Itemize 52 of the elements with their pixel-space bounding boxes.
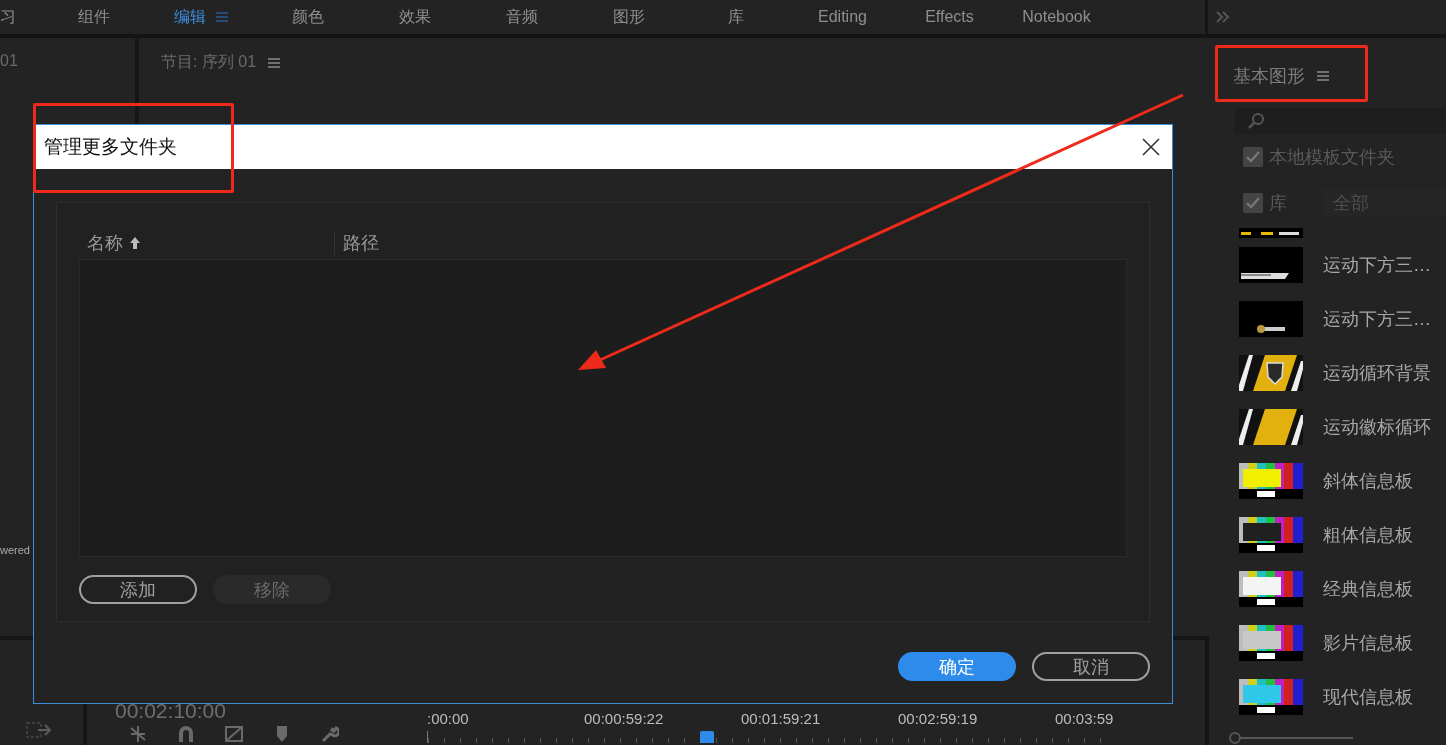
- checkbox[interactable]: [1243, 193, 1263, 213]
- add-button[interactable]: 添加: [79, 575, 197, 604]
- panel-title: 节目: 序列 01: [161, 52, 257, 72]
- workspace-tab[interactable]: 习: [0, 6, 40, 28]
- dialog-title: 管理更多文件夹: [44, 135, 177, 159]
- workspace-tab[interactable]: Editing: [789, 8, 896, 26]
- ruler-label: 00:00:59:22: [584, 710, 665, 727]
- workspace-tab[interactable]: 颜色: [254, 6, 361, 28]
- track-select-icon[interactable]: [26, 721, 54, 739]
- ruler-label: 00:01:59:21: [741, 710, 822, 727]
- search-icon: [1247, 112, 1265, 130]
- menu-icon[interactable]: [268, 57, 281, 68]
- menu-icon[interactable]: [1317, 71, 1329, 81]
- workspace-tab[interactable]: 库: [682, 6, 789, 28]
- timecode: 00:02:10:00: [115, 700, 227, 722]
- playhead[interactable]: [699, 731, 714, 743]
- template-name[interactable]: 影片信息板: [1323, 631, 1413, 655]
- template-name[interactable]: 斜体信息板: [1323, 469, 1413, 493]
- template-name[interactable]: 现代信息板: [1323, 685, 1413, 709]
- ruler-label: 00:03:59: [1055, 710, 1115, 727]
- link-icon[interactable]: [225, 726, 243, 742]
- ruler-label: 00:02:59:19: [898, 710, 979, 727]
- checkbox[interactable]: [1243, 147, 1263, 167]
- template-name[interactable]: 运动循环背景: [1323, 361, 1431, 385]
- panel-title: 01: [0, 52, 18, 70]
- workspace-tab[interactable]: 效果: [361, 6, 468, 28]
- ruler-label: :00:00: [427, 710, 470, 727]
- sort-arrow-icon: [129, 236, 141, 250]
- cancel-button[interactable]: 取消: [1032, 652, 1150, 681]
- ok-button[interactable]: 确定: [898, 652, 1016, 681]
- chevron-icon[interactable]: [1216, 11, 1230, 23]
- workspace-tab[interactable]: 编辑: [147, 6, 254, 28]
- template-name[interactable]: 运动下方三…: [1323, 307, 1431, 331]
- workspace-tab[interactable]: 图形: [575, 6, 682, 28]
- column-header[interactable]: 路径: [343, 231, 379, 255]
- magnet-icon[interactable]: [177, 726, 195, 742]
- column-header[interactable]: 名称: [87, 231, 141, 255]
- panel-text: wered: [0, 544, 30, 556]
- ripple-icon[interactable]: [129, 726, 147, 742]
- close-icon[interactable]: [1142, 138, 1160, 156]
- workspace-tab[interactable]: Notebook: [1003, 8, 1110, 26]
- template-name[interactable]: 运动徽标循环: [1323, 415, 1431, 439]
- menu-icon[interactable]: [215, 12, 228, 22]
- workspace-tab[interactable]: Effects: [896, 8, 1003, 26]
- template-name[interactable]: 运动下方三…: [1323, 253, 1431, 277]
- template-name[interactable]: 粗体信息板: [1323, 523, 1413, 547]
- panel-title: 基本图形: [1233, 65, 1305, 88]
- search-field[interactable]: [1235, 108, 1446, 134]
- workspace-tab[interactable]: 音频: [468, 6, 575, 28]
- workspace-tab[interactable]: 组件: [40, 6, 147, 28]
- template-name[interactable]: 经典信息板: [1323, 577, 1413, 601]
- wrench-icon[interactable]: [321, 726, 339, 742]
